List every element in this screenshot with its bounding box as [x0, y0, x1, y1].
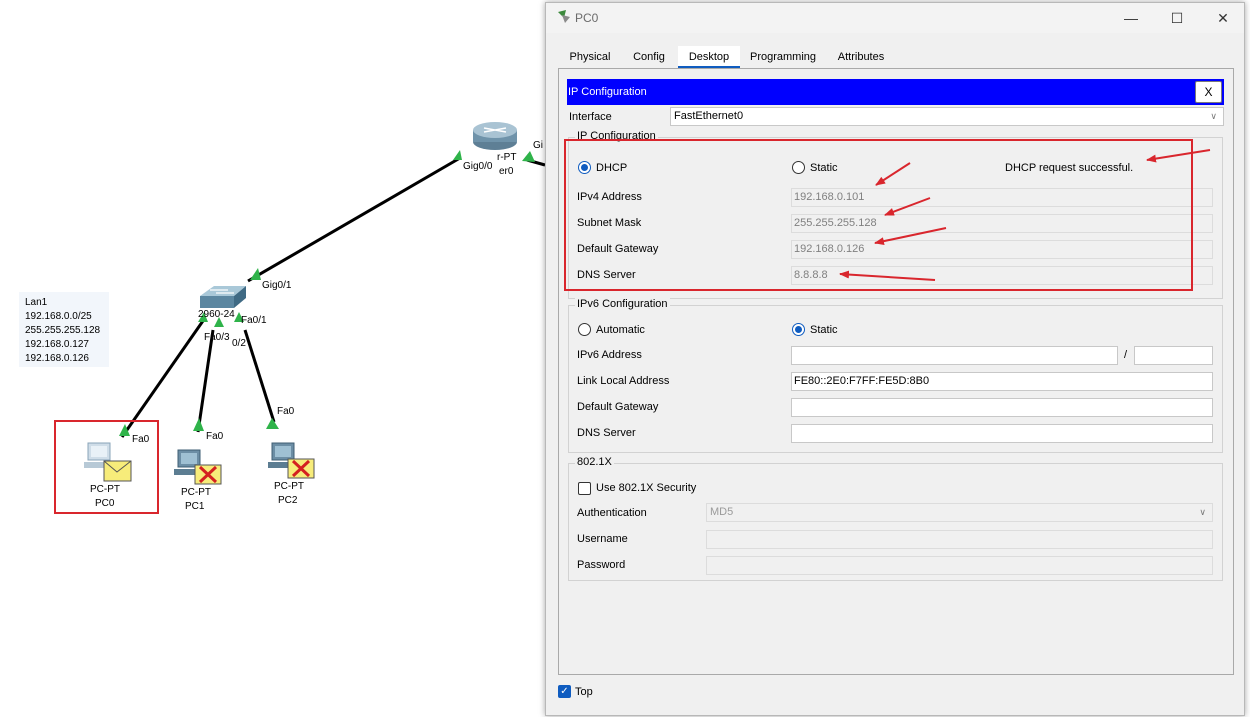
router-icon[interactable]: [473, 122, 517, 150]
dot1x-group-label: 802.1X: [575, 456, 614, 468]
pc2-type-label: PC-PT: [274, 481, 304, 492]
close-button[interactable]: ✕: [1200, 3, 1246, 33]
interface-select[interactable]: FastEthernet0 ∨: [670, 107, 1224, 126]
router-label: r-PT: [497, 152, 517, 163]
window-title: PC0: [575, 11, 599, 25]
ipv6-dns-server-field[interactable]: [791, 424, 1213, 443]
note-line: 192.168.0.127: [25, 339, 89, 350]
chevron-down-icon: ∨: [1210, 111, 1217, 121]
packet-tracer-icon: [558, 10, 570, 23]
authentication-value: MD5: [710, 506, 734, 518]
link-local-field[interactable]: FE80::2E0:F7FF:FE5D:8B0: [791, 372, 1213, 391]
note-line: Lan1: [25, 297, 48, 308]
ipv6-automatic-label: Automatic: [596, 324, 645, 336]
ipv6-address-label: IPv6 Address: [577, 349, 642, 361]
ipconfig-close-button[interactable]: X: [1195, 81, 1222, 103]
tab-physical[interactable]: Physical: [558, 46, 622, 68]
tab-desktop[interactable]: Desktop: [678, 46, 740, 68]
link-up-indicator: [266, 418, 279, 429]
link-up-indicator: [453, 150, 462, 160]
router-port-right: Gi: [533, 140, 543, 151]
ipv6-address-field[interactable]: [791, 346, 1118, 365]
ipconfig-header: IP Configuration: [567, 79, 1224, 105]
note-line: 192.168.0.126: [25, 353, 89, 364]
top-label: Top: [575, 686, 593, 698]
pc1-port-label: Fa0: [206, 431, 224, 442]
lan-note[interactable]: Lan1 192.168.0.0/25 255.255.255.128 192.…: [19, 292, 109, 367]
pc1-type-label: PC-PT: [181, 487, 211, 498]
maximize-button[interactable]: ☐: [1154, 3, 1200, 33]
ipv6-prefix-field[interactable]: [1134, 346, 1213, 365]
switch-port-fa03: Fa0/3: [204, 332, 230, 343]
ipv6-default-gateway-field[interactable]: [791, 398, 1213, 417]
link-up-indicator: [250, 268, 261, 280]
password-label: Password: [577, 559, 626, 571]
ipv6-automatic-radio[interactable]: [578, 323, 591, 336]
window-titlebar[interactable]: PC0 — ☐ ✕: [546, 3, 1244, 33]
note-line: 255.255.255.128: [25, 325, 101, 336]
interface-value: FastEthernet0: [674, 110, 744, 122]
minimize-button[interactable]: —: [1108, 3, 1154, 33]
link-local-label: Link Local Address: [577, 375, 670, 387]
top-checkbox[interactable]: ✓: [558, 685, 571, 698]
authentication-label: Authentication: [577, 507, 647, 519]
ipv6-dns-server-label: DNS Server: [577, 427, 636, 439]
switch-port-gig01: Gig0/1: [262, 280, 292, 291]
authentication-select[interactable]: MD5 ∨: [706, 503, 1213, 522]
pc2-icon[interactable]: [268, 442, 315, 479]
dot1x-checkbox[interactable]: [578, 482, 591, 495]
pc2-port-label: Fa0: [277, 406, 295, 417]
ipv4-highlight-box: [564, 139, 1193, 291]
pc1-icon[interactable]: [174, 449, 222, 485]
ipv6-static-radio[interactable]: [792, 323, 805, 336]
router-name-label: er0: [499, 166, 514, 177]
prefix-separator: /: [1124, 349, 1128, 361]
note-line: 192.168.0.0/25: [25, 311, 92, 322]
router-port-gig00: Gig0/0: [463, 161, 493, 172]
tab-attributes[interactable]: Attributes: [826, 46, 896, 68]
pc0-highlight-box: [54, 420, 159, 514]
password-field[interactable]: [706, 556, 1213, 575]
link-switch-pc2[interactable]: [243, 329, 276, 423]
dot1x-use-label: Use 802.1X Security: [596, 482, 697, 494]
ipv6-group-label: IPv6 Configuration: [575, 298, 670, 310]
tab-config[interactable]: Config: [624, 46, 674, 68]
username-label: Username: [577, 533, 628, 545]
switch-label: 2960-24: [198, 309, 235, 320]
switch-icon[interactable]: [200, 286, 246, 308]
chevron-down-icon: ∨: [1199, 507, 1206, 517]
tab-programming[interactable]: Programming: [744, 46, 822, 68]
link-up-indicator: [522, 151, 535, 162]
pc1-name-label: PC1: [185, 501, 205, 512]
link-up-indicator: [193, 418, 204, 431]
ipv6-default-gateway-label: Default Gateway: [577, 401, 659, 413]
link-router-switch[interactable]: [247, 156, 461, 283]
ipconfig-header-title: IP Configuration: [568, 86, 647, 98]
pc2-name-label: PC2: [278, 495, 298, 506]
pc0-window: PC0 — ☐ ✕ Physical Config Desktop Progra…: [545, 2, 1245, 716]
link-switch-pc1[interactable]: [196, 329, 215, 433]
ipv6-static-label: Static: [810, 324, 838, 336]
switch-port-fa02: 0/2: [232, 338, 246, 349]
interface-label: Interface: [569, 111, 612, 123]
username-field[interactable]: [706, 530, 1213, 549]
switch-port-fa01: Fa0/1: [241, 315, 267, 326]
